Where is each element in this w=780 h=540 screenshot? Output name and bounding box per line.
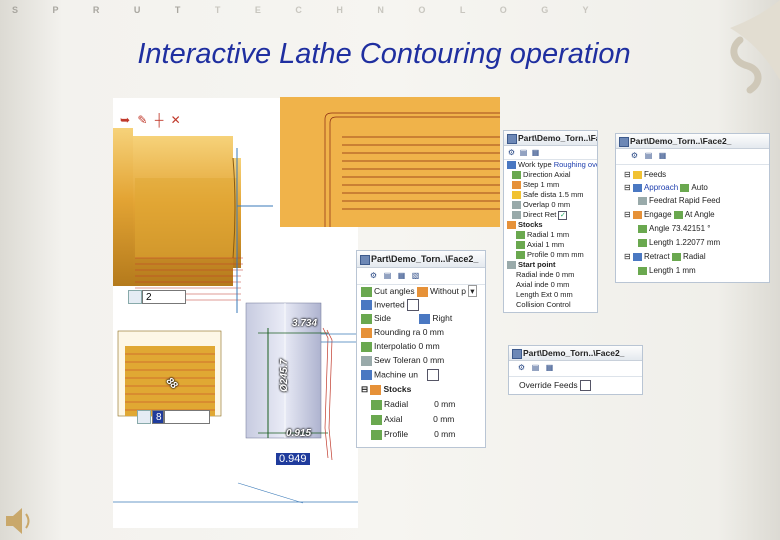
row-direction[interactable]: Direction Axial	[512, 170, 571, 180]
panel-toolbar: ⚙ ▤ ▦	[616, 149, 769, 165]
dimension-upper: 3.734	[292, 318, 318, 329]
row-inverted[interactable]: Inverted	[361, 299, 420, 311]
toolpath-view[interactable]	[280, 97, 500, 227]
row-stocks[interactable]: Stocks	[507, 220, 543, 230]
coordinate-icon[interactable]: ┼	[155, 113, 166, 127]
row-profile[interactable]: Profile 0 mm mm	[516, 250, 584, 260]
slide-title: Interactive Lathe Contouring operation	[137, 38, 631, 70]
cad-toolbar: ➥ ✎ ┼ ✕	[120, 113, 183, 127]
value-field-top[interactable]: 2	[142, 290, 186, 304]
row-retract-length[interactable]: Length 1 mm	[638, 266, 696, 275]
panel-title: Part\Demo_Torn..\Face2_	[371, 254, 479, 264]
row-stocks[interactable]: ⊟ Stocks	[361, 384, 411, 395]
panel-toolbar: ⚙ ▤ ▦	[504, 146, 597, 160]
direct-return-checkbox[interactable]	[558, 210, 568, 220]
row-sew-tolerance[interactable]: Sew Toleran 0 mm	[361, 355, 444, 366]
row-rounding-radius[interactable]: Rounding ra 0 mm	[361, 327, 444, 338]
sort-icon[interactable]: ▤	[519, 148, 528, 157]
row-radial-index[interactable]: Radial inde 0 mm	[516, 270, 574, 279]
speaker-icon[interactable]	[0, 500, 40, 540]
pen-tool-icon[interactable]: ✎	[137, 113, 149, 127]
sort-icon[interactable]: ▤	[644, 151, 653, 160]
filter-icon[interactable]: ▦	[658, 151, 667, 160]
dropdown-arrow-icon[interactable]: ▾	[468, 285, 477, 297]
row-side[interactable]: Side Right	[361, 313, 452, 324]
override-feeds-checkbox[interactable]	[579, 380, 591, 392]
row-length[interactable]: Length 1.22077 mm	[638, 238, 720, 247]
row-machine-undercuts[interactable]: Machine un	[361, 369, 440, 381]
properties-icon[interactable]: ⚙	[507, 148, 516, 157]
panel-icon	[507, 134, 517, 144]
delete-icon[interactable]: ✕	[171, 113, 183, 127]
panel-icon	[360, 255, 370, 265]
row-start-point[interactable]: Start point	[507, 260, 556, 270]
row-override-feeds[interactable]: Override Feeds	[519, 380, 591, 392]
row-work-type[interactable]: Work type Roughing ove	[507, 160, 597, 170]
inverted-checkbox[interactable]	[407, 299, 420, 311]
panel-toolbar: ⚙ ▤ ▦	[509, 361, 642, 377]
panel-toolpath-params[interactable]: Part\Demo_Torn..\Face2_ ⚙ ▤ ▦ Work type …	[503, 130, 598, 313]
panel-contour-params[interactable]: Part\Demo_Torn..\Face2_ ⚙ ▤ ▦ ▧ Cut angl…	[356, 250, 486, 448]
row-step[interactable]: Step 1 mm	[512, 180, 559, 190]
row-angle[interactable]: Angle 73.42151 °	[638, 224, 711, 233]
properties-icon[interactable]: ⚙	[369, 271, 378, 280]
brand-text: S P R U T T E C H N O L O G Y	[12, 5, 605, 15]
panel-approach-params[interactable]: Part\Demo_Torn..\Face2_ ⚙ ▤ ▦ ⊟ Feeds ⊟ …	[615, 133, 770, 283]
row-overlap[interactable]: Overlap 0 mm	[512, 200, 570, 210]
dimension-value-box[interactable]: 0.949	[276, 453, 310, 465]
value-field-bottom-rest[interactable]	[164, 410, 210, 424]
panel-header: Part\Demo_Torn..\Face2_	[616, 134, 769, 149]
field-icon-top[interactable]	[128, 290, 142, 304]
panel-title: Part\Demo_Torn..\Face2_	[630, 136, 732, 146]
row-axial[interactable]: Axial 1 mm	[516, 240, 564, 250]
row-radial[interactable]: Radial 1 mm	[516, 230, 569, 240]
row-axial[interactable]: Axial 0 mm	[371, 414, 454, 425]
panel-override-feeds[interactable]: Part\Demo_Torn..\Face2_ ⚙ ▤ ▦ Override F…	[508, 345, 643, 395]
row-feedrate[interactable]: Feedrat Rapid Feed	[638, 196, 720, 205]
brand-technology: T E C H N O L O G Y	[214, 5, 605, 15]
sort-icon[interactable]: ▤	[383, 271, 392, 280]
value-field-bottom[interactable]: 8	[152, 410, 164, 424]
panel-toolbar: ⚙ ▤ ▦ ▧	[357, 268, 485, 285]
arrow-tool-icon[interactable]: ➥	[120, 113, 132, 127]
panel-header: Part\Demo_Torn..\Face2_	[509, 346, 642, 361]
panel-icon	[512, 349, 522, 359]
row-engage[interactable]: ⊟ Engage At Angle	[624, 210, 715, 219]
row-profile[interactable]: Profile 0 mm	[371, 429, 455, 440]
properties-icon[interactable]: ⚙	[630, 151, 639, 160]
dimension-lower: 0.915	[286, 428, 312, 439]
machine-undercuts-checkbox[interactable]	[427, 369, 440, 381]
dimension-vertical: Ø245.7	[278, 359, 290, 392]
filter-icon[interactable]: ▦	[545, 363, 554, 372]
row-feeds[interactable]: ⊟ Feeds	[624, 170, 666, 179]
filter-icon[interactable]: ▦	[397, 271, 406, 280]
panel-header: Part\Demo_Torn..\Face2_	[357, 251, 485, 268]
row-direct-return[interactable]: Direct Ret	[512, 210, 568, 220]
row-approach[interactable]: ⊟ Approach Auto	[624, 183, 708, 192]
row-cut-angles[interactable]: Cut angles Without p ▾	[361, 285, 477, 297]
panel-title: Part\Demo_Torn..\Face2_	[523, 348, 625, 358]
row-collision-control[interactable]: Collision Control	[516, 300, 571, 309]
row-interpolation[interactable]: Interpolatio 0 mm	[361, 341, 440, 352]
filter-icon[interactable]: ▦	[531, 148, 540, 157]
panel-title: Part\Demo_Torn..\Face2_	[518, 133, 597, 143]
sort-icon[interactable]: ▤	[531, 363, 540, 372]
row-axial-index[interactable]: Axial inde 0 mm	[516, 280, 569, 289]
brand-sprut: S P R U T	[12, 5, 197, 15]
row-length-extension[interactable]: Length Ext 0 mm	[516, 290, 573, 299]
row-radial[interactable]: Radial 0 mm	[371, 399, 455, 410]
palette-icon[interactable]: ▧	[411, 271, 420, 280]
panel-icon	[619, 137, 629, 147]
row-retract[interactable]: ⊟ Retract Radial	[624, 252, 706, 261]
panel-header: Part\Demo_Torn..\Face2_	[504, 131, 597, 146]
row-safe-distance[interactable]: Safe dista 1.5 mm	[512, 190, 583, 200]
field-icon-bottom[interactable]	[137, 410, 151, 424]
properties-icon[interactable]: ⚙	[517, 363, 526, 372]
